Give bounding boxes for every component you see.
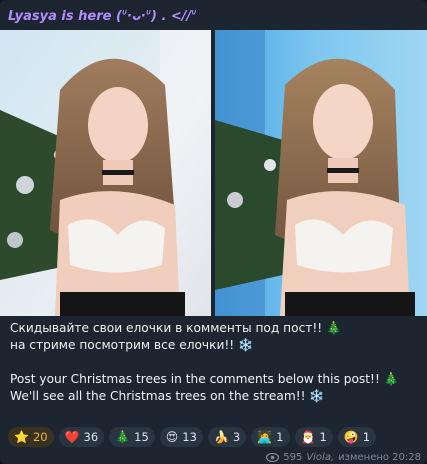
post-author[interactable]: Lyasya is here (ᐡ·ᴗ·ᐡ) . <//ᐡ [8,6,196,28]
photo-right-image [215,30,427,316]
post-meta: 595 Viola, изменено 20:28 [266,450,421,464]
photo-left[interactable] [0,30,211,316]
reaction-count: 1 [319,430,327,444]
photo-right[interactable] [215,30,427,316]
reaction-banana[interactable]: 🍌 3 [207,427,247,447]
reaction-heart-eyes[interactable]: 😍 13 [159,427,203,447]
star-icon: ⭐ [14,430,29,444]
post-signature: Viola, [306,451,335,463]
christmas-tree-icon: 🎄 [115,430,131,444]
reaction-count: 15 [134,430,149,444]
channel-post: Lyasya is here (ᐡ·ᴗ·ᐡ) . <//ᐡ Скидывайте… [0,0,427,464]
technologist-icon: 🧑‍💻 [257,430,273,444]
reaction-count: 1 [276,430,284,444]
caption-line-ru-1: Скидывайте свои елочки в комменты под по… [10,321,342,335]
santa-icon: 🎅 [300,430,316,444]
reaction-count: 3 [232,430,241,444]
eye-icon [266,452,280,462]
reaction-count: 20 [32,430,48,444]
heart-icon: ❤️ [64,430,80,444]
reaction-christmas-tree[interactable]: 🎄 15 [109,427,155,447]
caption-line-ru-2: на стриме посмотрим все елочки!! ❄️ [10,338,254,352]
caption-line-en-2: We'll see all the Christmas trees on the… [10,389,325,403]
caption-line-en-1: Post your Christmas trees in the comment… [10,372,399,386]
photo-left-image [0,30,211,316]
banana-icon: 🍌 [213,430,229,444]
heart-eyes-icon: 😍 [165,430,179,444]
edited-timestamp: изменено 20:28 [338,451,421,463]
reaction-count: 36 [83,430,99,444]
reaction-star[interactable]: ⭐ 20 [8,427,54,447]
reactions-bar: ⭐ 20 ❤️ 36 🎄 15 😍 13 🍌 3 🧑‍💻 1 🎅 1 🤪 [8,427,377,449]
reaction-heart[interactable]: ❤️ 36 [58,427,105,447]
reaction-count: 1 [362,430,371,444]
reaction-count: 13 [182,430,197,444]
view-count: 595 [283,451,303,463]
reaction-technologist[interactable]: 🧑‍💻 1 [251,427,290,447]
post-caption: Скидывайте свои елочки в комменты под по… [10,320,418,405]
reaction-zany-face[interactable]: 🤪 1 [337,427,377,447]
zany-face-icon: 🤪 [343,430,359,444]
reaction-santa[interactable]: 🎅 1 [294,427,333,447]
